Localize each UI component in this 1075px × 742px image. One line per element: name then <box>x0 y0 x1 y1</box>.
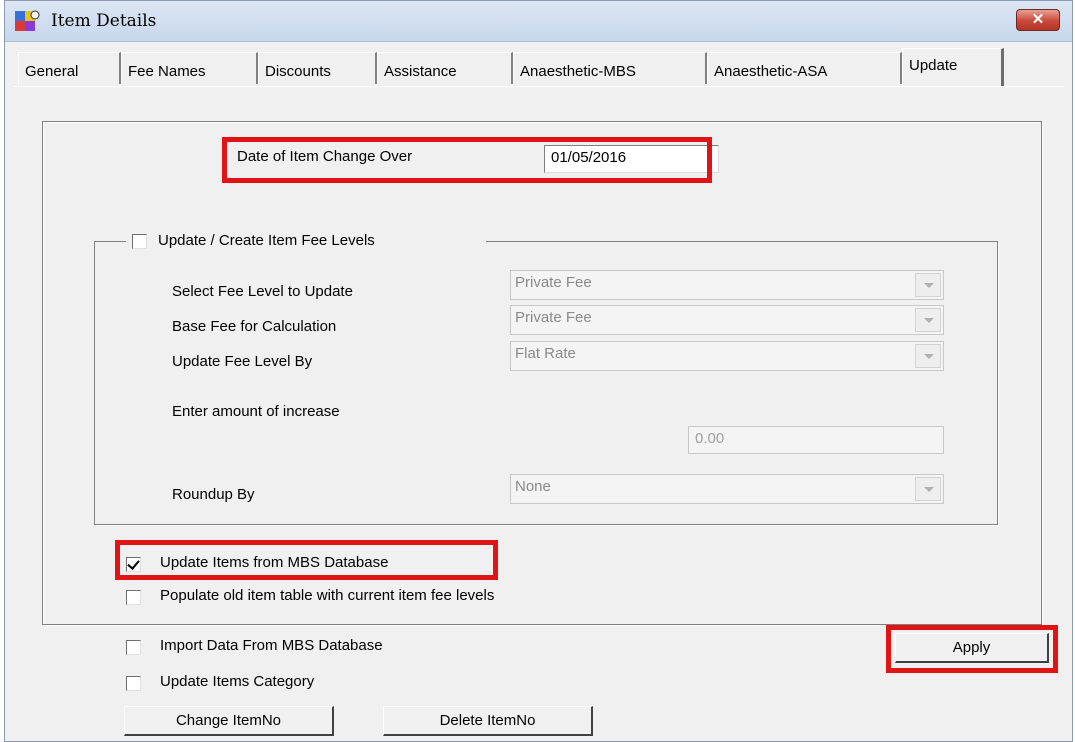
update-by-label: Update Fee Level By <box>172 353 313 370</box>
window-title: Item Details <box>51 11 157 31</box>
tab-discounts[interactable]: Discounts <box>258 52 377 84</box>
tab-general[interactable]: General <box>18 52 121 84</box>
base-fee-value: Private Fee <box>515 309 592 326</box>
fee-levels-checkbox[interactable] <box>132 234 147 249</box>
chevron-down-icon[interactable] <box>915 344 941 368</box>
update-by-dropdown[interactable]: Flat Rate <box>510 341 944 371</box>
tab-label: Update <box>909 57 958 74</box>
highlight-update-from-mbs <box>115 540 498 580</box>
select-fee-level-dropdown[interactable]: Private Fee <box>510 270 944 300</box>
select-fee-level-label: Select Fee Level to Update <box>172 283 353 300</box>
roundup-value: None <box>515 478 551 495</box>
tab-anaesthetic-mbs[interactable]: Anaesthetic-MBS <box>513 52 707 84</box>
base-fee-label: Base Fee for Calculation <box>172 318 337 335</box>
tab-label: General <box>25 63 79 80</box>
highlight-apply <box>886 625 1058 673</box>
update-by-value: Flat Rate <box>515 345 576 362</box>
base-fee-dropdown[interactable]: Private Fee <box>510 305 944 335</box>
tab-label: Assistance <box>384 63 457 80</box>
tab-label: Anaesthetic-MBS <box>520 63 636 80</box>
tab-label: Discounts <box>265 63 331 80</box>
tab-update[interactable]: Update <box>902 48 1004 86</box>
roundup-dropdown[interactable]: None <box>510 474 944 504</box>
tab-fee-names[interactable]: Fee Names <box>121 52 258 84</box>
update-category-label[interactable]: Update Items Category <box>160 673 314 690</box>
chevron-down-icon[interactable] <box>915 273 941 297</box>
update-category-checkbox[interactable] <box>126 676 141 691</box>
select-fee-level-value: Private Fee <box>515 274 592 291</box>
title-bar[interactable]: Item Details ✕ <box>5 1 1072 42</box>
delete-itemno-button[interactable]: Delete ItemNo <box>383 706 593 736</box>
tab-label: Fee Names <box>128 63 206 80</box>
tab-assistance[interactable]: Assistance <box>377 52 513 84</box>
close-button[interactable]: ✕ <box>1016 9 1060 31</box>
increase-amount-field[interactable]: 0.00 <box>688 426 944 454</box>
chevron-down-icon[interactable] <box>915 308 941 332</box>
close-icon: ✕ <box>1031 11 1045 28</box>
populate-old-checkbox[interactable] <box>126 590 141 605</box>
highlight-change-over <box>222 137 712 183</box>
tab-divider <box>14 86 1064 87</box>
import-data-label[interactable]: Import Data From MBS Database <box>160 637 383 654</box>
chevron-down-icon[interactable] <box>915 477 941 501</box>
group-header: Update / Create Item Fee Levels <box>126 232 486 252</box>
app-icon <box>15 10 40 31</box>
increase-label: Enter amount of increase <box>172 403 340 420</box>
change-itemno-button[interactable]: Change ItemNo <box>124 706 334 736</box>
tab-anaesthetic-asa[interactable]: Anaesthetic-ASA <box>707 52 902 84</box>
fee-levels-group-label: Update / Create Item Fee Levels <box>158 232 375 249</box>
tab-label: Anaesthetic-ASA <box>714 63 828 80</box>
roundup-label: Roundup By <box>172 486 255 503</box>
import-data-checkbox[interactable] <box>126 640 141 655</box>
populate-old-label[interactable]: Populate old item table with current ite… <box>160 587 494 604</box>
